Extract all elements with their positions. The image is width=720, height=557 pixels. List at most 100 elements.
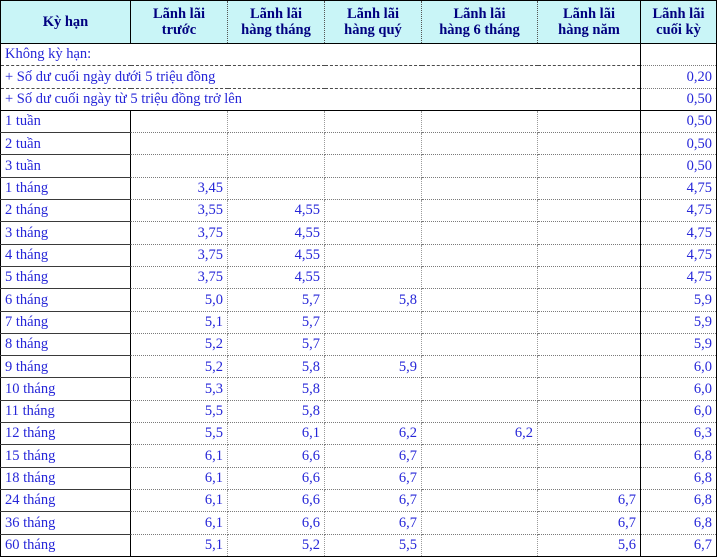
column-header-lanh-lai-hang-6-thang[interactable]: Lãnh lãi hàng 6 tháng bbox=[421, 0, 538, 44]
column-header-lanh-lai-hang-thang[interactable]: Lãnh lãi hàng tháng bbox=[227, 0, 325, 44]
cell-lanh-lai-hang-quy bbox=[324, 109, 422, 134]
table-row[interactable]: 1 tháng 3,45 4,75 bbox=[0, 176, 717, 201]
table-row[interactable]: Không kỳ hạn: bbox=[0, 42, 717, 67]
cell-lanh-lai-truoc: 6,1 bbox=[130, 466, 228, 490]
table-row[interactable]: 8 tháng 5,2 5,7 5,9 bbox=[0, 332, 717, 357]
cell-lanh-lai-hang-nam bbox=[537, 199, 641, 223]
cell-lanh-lai-truoc bbox=[130, 109, 228, 134]
cell-lanh-lai-cuoi-ky: 6,8 bbox=[640, 488, 717, 513]
group-row-label: + Số dư cuối ngày dưới 5 triệu đồng bbox=[0, 65, 641, 89]
cell-lanh-lai-hang-thang: 5,7 bbox=[227, 288, 325, 312]
cell-lanh-lai-hang-6-thang bbox=[421, 399, 538, 424]
table-row[interactable]: 2 tháng 3,55 4,55 4,75 bbox=[0, 199, 717, 223]
cell-lanh-lai-hang-nam bbox=[537, 243, 641, 267]
cell-lanh-lai-hang-thang: 5,8 bbox=[227, 399, 325, 424]
cell-lanh-lai-hang-nam bbox=[537, 377, 641, 401]
column-header-lanh-lai-hang-nam[interactable]: Lãnh lãi hàng năm bbox=[537, 0, 641, 44]
group-row-label: Không kỳ hạn: bbox=[0, 42, 641, 67]
cell-lanh-lai-truoc: 3,75 bbox=[130, 243, 228, 267]
cell-lanh-lai-hang-nam: 6,7 bbox=[537, 488, 641, 513]
table-row[interactable]: 4 tháng 3,75 4,55 4,75 bbox=[0, 243, 717, 267]
cell-term: 2 tuần bbox=[0, 132, 131, 156]
cell-lanh-lai-hang-nam bbox=[537, 332, 641, 357]
table-row[interactable]: 18 tháng 6,1 6,6 6,7 6,8 bbox=[0, 466, 717, 490]
cell-lanh-lai-cuoi-ky: 6,0 bbox=[640, 377, 717, 401]
column-header-lanh-lai-truoc[interactable]: Lãnh lãi trước bbox=[130, 0, 228, 44]
table-row[interactable]: 24 tháng 6,1 6,6 6,7 6,7 6,8 bbox=[0, 488, 717, 513]
cell-lanh-lai-hang-quy bbox=[324, 154, 422, 178]
cell-lanh-lai-hang-thang: 6,6 bbox=[227, 511, 325, 535]
cell-lanh-lai-truoc: 3,75 bbox=[130, 221, 228, 245]
column-header-term[interactable]: Kỳ hạn bbox=[0, 0, 131, 44]
table-row[interactable]: 15 tháng 6,1 6,6 6,7 6,8 bbox=[0, 444, 717, 468]
cell-term: 24 tháng bbox=[0, 488, 131, 513]
cell-lanh-lai-truoc: 3,55 bbox=[130, 199, 228, 223]
cell-lanh-lai-cuoi-ky: 5,9 bbox=[640, 288, 717, 312]
table-row[interactable]: 9 tháng 5,2 5,8 5,9 6,0 bbox=[0, 355, 717, 379]
cell-lanh-lai-cuoi-ky: 5,9 bbox=[640, 310, 717, 334]
cell-lanh-lai-cuoi-ky: 4,75 bbox=[640, 243, 717, 267]
table-row[interactable]: 2 tuần 0,50 bbox=[0, 132, 717, 156]
cell-lanh-lai-truoc: 6,1 bbox=[130, 488, 228, 513]
header-row: Kỳ hạn Lãnh lãi trước Lãnh lãi hàng tháng L… bbox=[0, 0, 717, 44]
cell-lanh-lai-cuoi-ky: 0,50 bbox=[640, 109, 717, 134]
cell-lanh-lai-hang-quy bbox=[324, 377, 422, 401]
cell-lanh-lai-hang-6-thang bbox=[421, 466, 538, 490]
cell-term: 4 tháng bbox=[0, 243, 131, 267]
cell-lanh-lai-hang-thang bbox=[227, 176, 325, 201]
cell-lanh-lai-hang-thang: 5,7 bbox=[227, 332, 325, 357]
cell-lanh-lai-hang-thang: 5,2 bbox=[227, 533, 325, 557]
cell-lanh-lai-hang-6-thang bbox=[421, 199, 538, 223]
cell-lanh-lai-hang-quy: 5,8 bbox=[324, 288, 422, 312]
cell-lanh-lai-hang-quy bbox=[324, 310, 422, 334]
column-header-lanh-lai-hang-quy[interactable]: Lãnh lãi hàng quý bbox=[324, 0, 422, 44]
table-row[interactable]: 6 tháng 5,0 5,7 5,8 5,9 bbox=[0, 288, 717, 312]
cell-lanh-lai-hang-6-thang: 6,2 bbox=[421, 422, 538, 446]
table-row[interactable]: 11 tháng 5,5 5,8 6,0 bbox=[0, 399, 717, 424]
cell-lanh-lai-hang-6-thang bbox=[421, 288, 538, 312]
table-row[interactable]: 10 tháng 5,3 5,8 6,0 bbox=[0, 377, 717, 401]
cell-lanh-lai-hang-quy: 6,7 bbox=[324, 511, 422, 535]
table-row[interactable]: + Số dư cuối ngày dưới 5 triệu đồng 0,20 bbox=[0, 65, 717, 89]
table-row[interactable]: 3 tuần 0,50 bbox=[0, 154, 717, 178]
cell-lanh-lai-hang-thang: 6,6 bbox=[227, 488, 325, 513]
table-row[interactable]: + Số dư cuối ngày từ 5 triệu đồng trở lê… bbox=[0, 87, 717, 111]
table-row[interactable]: 1 tuần 0,50 bbox=[0, 109, 717, 134]
cell-lanh-lai-truoc: 5,0 bbox=[130, 288, 228, 312]
cell-lanh-lai-hang-nam bbox=[537, 176, 641, 201]
cell-term: 15 tháng bbox=[0, 444, 131, 468]
cell-lanh-lai-cuoi-ky: 6,7 bbox=[640, 533, 717, 557]
cell-lanh-lai-hang-quy bbox=[324, 176, 422, 201]
cell-lanh-lai-cuoi-ky: 6,8 bbox=[640, 511, 717, 535]
cell-lanh-lai-hang-thang: 6,1 bbox=[227, 422, 325, 446]
table-row[interactable]: 5 tháng 3,75 4,55 4,75 bbox=[0, 265, 717, 290]
cell-lanh-lai-truoc bbox=[130, 154, 228, 178]
cell-lanh-lai-hang-nam bbox=[537, 444, 641, 468]
cell-lanh-lai-hang-6-thang bbox=[421, 154, 538, 178]
cell-lanh-lai-truoc: 5,1 bbox=[130, 310, 228, 334]
cell-lanh-lai-hang-quy bbox=[324, 332, 422, 357]
cell-lanh-lai-hang-nam bbox=[537, 109, 641, 134]
table-row[interactable]: 60 tháng 5,1 5,2 5,5 5,6 6,7 bbox=[0, 533, 717, 557]
table-row[interactable]: 3 tháng 3,75 4,55 4,75 bbox=[0, 221, 717, 245]
cell-lanh-lai-hang-nam bbox=[537, 132, 641, 156]
cell-term: 12 tháng bbox=[0, 422, 131, 446]
table-row[interactable]: 7 tháng 5,1 5,7 5,9 bbox=[0, 310, 717, 334]
cell-term: 1 tháng bbox=[0, 176, 131, 201]
cell-lanh-lai-hang-quy bbox=[324, 132, 422, 156]
cell-lanh-lai-hang-nam bbox=[537, 221, 641, 245]
cell-lanh-lai-hang-thang: 4,55 bbox=[227, 199, 325, 223]
table-row[interactable]: 12 tháng 5,5 6,1 6,2 6,2 6,3 bbox=[0, 422, 717, 446]
cell-lanh-lai-cuoi-ky: 4,75 bbox=[640, 221, 717, 245]
cell-lanh-lai-hang-thang: 4,55 bbox=[227, 243, 325, 267]
cell-lanh-lai-hang-quy bbox=[324, 243, 422, 267]
cell-lanh-lai-truoc: 5,1 bbox=[130, 533, 228, 557]
cell-lanh-lai-hang-thang: 5,8 bbox=[227, 355, 325, 379]
table-header: Kỳ hạn Lãnh lãi trước Lãnh lãi hàng tháng L… bbox=[0, 0, 717, 44]
cell-lanh-lai-truoc: 6,1 bbox=[130, 511, 228, 535]
column-header-lanh-lai-cuoi-ky[interactable]: Lãnh lãi cuối kỳ bbox=[640, 0, 717, 44]
cell-lanh-lai-cuoi-ky: 5,9 bbox=[640, 332, 717, 357]
cell-lanh-lai-hang-nam bbox=[537, 466, 641, 490]
cell-lanh-lai-hang-nam bbox=[537, 288, 641, 312]
table-row[interactable]: 36 tháng 6,1 6,6 6,7 6,7 6,8 bbox=[0, 511, 717, 535]
